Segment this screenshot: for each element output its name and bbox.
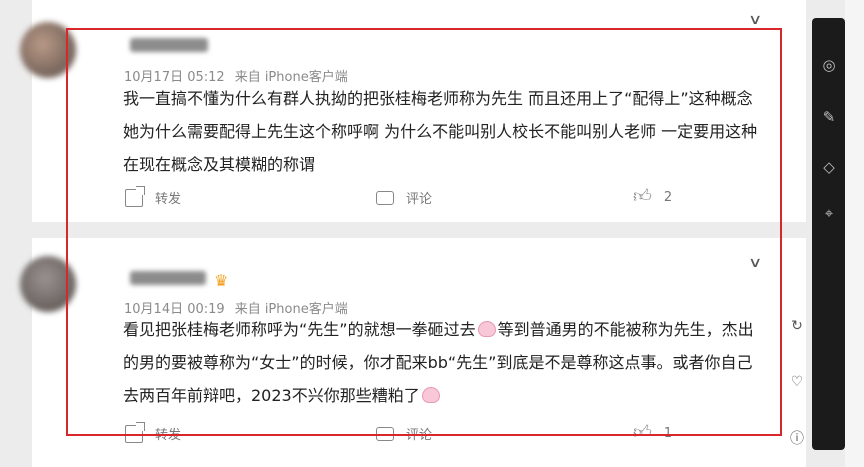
scroll-strip (845, 0, 864, 467)
edit-icon[interactable]: ✎ (820, 108, 838, 126)
highlight-box (66, 28, 782, 436)
side-toolbar (812, 18, 845, 450)
weibo-comments-page: ∨ 10月17日 05:12 来自 iPhone客户端 我一直搞不懂为什么有群人执… (0, 0, 864, 467)
pin-icon[interactable]: ⌖ (820, 204, 838, 222)
info-icon[interactable]: ⓘ (784, 428, 810, 448)
tag-icon[interactable]: ◇ (820, 158, 838, 176)
chevron-down-icon[interactable]: ∨ (748, 12, 762, 28)
heart-icon[interactable]: ♡ (784, 374, 810, 390)
globe-icon[interactable]: ◎ (820, 56, 838, 74)
refresh-icon[interactable]: ↻ (784, 318, 810, 334)
